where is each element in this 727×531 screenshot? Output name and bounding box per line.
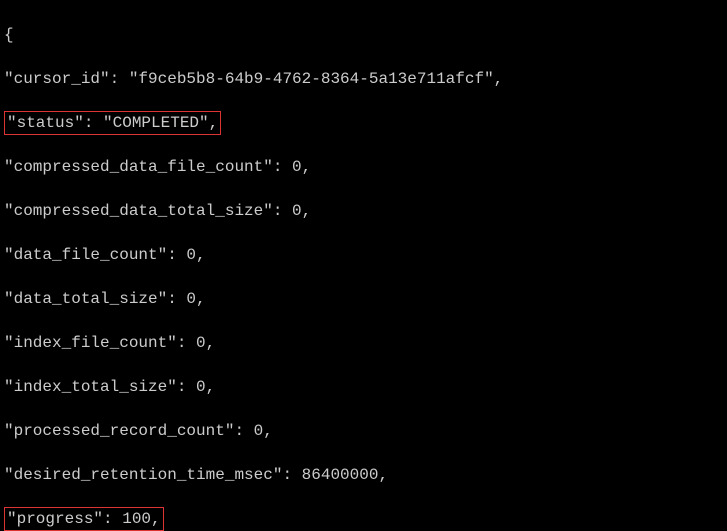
terminal-output: { "cursor_id": "f9ceb5b8-64b9-4762-8364-… [0, 0, 727, 531]
field-index-file-count: "index_file_count": 0, [4, 332, 723, 354]
field-processed-record-count: "processed_record_count": 0, [4, 420, 723, 442]
field-index-total-size: "index_total_size": 0, [4, 376, 723, 398]
field-data-file-count: "data_file_count": 0, [4, 244, 723, 266]
field-desired-retention-time-msec: "desired_retention_time_msec": 86400000, [4, 464, 723, 486]
field-progress-highlight: "progress": 100, [4, 507, 164, 531]
field-compressed-data-total-size: "compressed_data_total_size": 0, [4, 200, 723, 222]
field-cursor-id: "cursor_id": "f9ceb5b8-64b9-4762-8364-5a… [4, 68, 723, 90]
field-data-total-size: "data_total_size": 0, [4, 288, 723, 310]
field-status-highlight: "status": "COMPLETED", [4, 111, 221, 135]
field-compressed-data-file-count: "compressed_data_file_count": 0, [4, 156, 723, 178]
json-open-brace: { [4, 24, 723, 46]
